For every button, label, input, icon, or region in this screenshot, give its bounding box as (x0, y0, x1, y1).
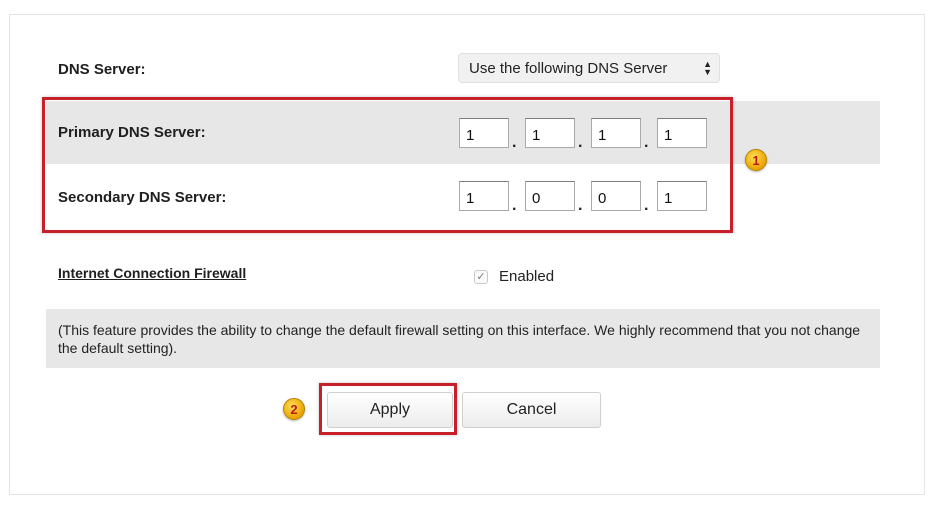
internet-connection-firewall-link[interactable]: Internet Connection Firewall (58, 265, 246, 281)
firewall-note-box: (This feature provides the ability to ch… (46, 309, 880, 368)
firewall-note-text: (This feature provides the ability to ch… (58, 322, 861, 356)
step-1-marker: 1 (745, 149, 767, 171)
step-2-marker: 2 (283, 398, 305, 420)
dns-server-label: DNS Server: (58, 61, 146, 78)
dns-mode-selected-value: Use the following DNS Server (469, 59, 668, 77)
apply-highlight-box (319, 383, 457, 435)
select-arrows-icon: ▲ ▼ (703, 59, 712, 77)
firewall-enabled-label: Enabled (499, 268, 555, 285)
dns-highlight-box (42, 97, 733, 233)
cancel-button[interactable]: Cancel (462, 392, 601, 428)
dns-mode-select[interactable]: Use the following DNS Server ▲ ▼ (458, 53, 720, 83)
firewall-enabled-checkbox[interactable]: ✓ (474, 270, 488, 284)
